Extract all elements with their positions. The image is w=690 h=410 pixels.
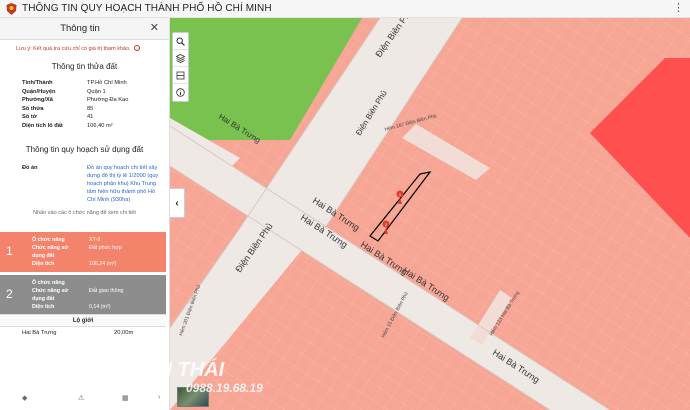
zone-key: dụng đất bbox=[32, 253, 55, 259]
map-toolbar bbox=[172, 32, 189, 102]
plan-project-line: hoạch phân khu) Khu Trung bbox=[87, 180, 157, 187]
city-emblem-icon bbox=[6, 3, 17, 15]
zone-hint: Nhấn vào các ô chức năng để xem chi tiết bbox=[33, 209, 136, 216]
thumbnail-image bbox=[178, 388, 208, 406]
info-icon[interactable] bbox=[173, 84, 188, 101]
chevron-right-icon[interactable]: › bbox=[158, 394, 160, 401]
parcel-value: 41 bbox=[87, 114, 94, 121]
zone-card-2[interactable]: 2 Ô chức năng Chức năng sử Đất giao thông… bbox=[0, 275, 166, 315]
parcel-value: Quận 1 bbox=[87, 88, 106, 95]
plan-section-title: Thông tin quy hoạch sử dụng đất bbox=[25, 144, 144, 154]
setback-row: Hai Bà Trưng 20,00m bbox=[0, 327, 166, 339]
measure-icon[interactable] bbox=[173, 67, 188, 84]
basemap-thumbnail[interactable] bbox=[177, 387, 209, 407]
parcel-key: Tỉnh/Thành bbox=[22, 80, 53, 86]
zone-key: Ô chức năng bbox=[32, 280, 65, 286]
plan-project: Đồ án Đồ án quy hoạch chi tiết xây dựng … bbox=[22, 164, 169, 204]
parcel-key: Phường/Xã bbox=[22, 97, 53, 104]
setback-street: Hai Bà Trưng bbox=[22, 330, 57, 336]
app-title: THÔNG TIN QUY HOẠCH THÀNH PHỐ HỒ CHÍ MIN… bbox=[22, 3, 272, 14]
zone-value: Đất giao thông bbox=[89, 288, 124, 294]
close-icon[interactable]: ✕ bbox=[150, 21, 159, 34]
parcel-row: Phường/Xã Phường Đa Kao bbox=[22, 96, 169, 105]
zone-row: Ô chức năng XT-9 bbox=[32, 236, 122, 244]
parcel-info: Tỉnh/Thành TP.Hồ Chí Minh Quận/Huyện Quận … bbox=[22, 79, 169, 131]
warning-icon[interactable]: ⚠ bbox=[78, 394, 84, 402]
zone-key: Diện tích bbox=[32, 261, 55, 267]
zone-key: Chức năng sử bbox=[32, 288, 69, 294]
info-panel: Thông tin ✕ Lưu ý: Kết quả tra cứu chỉ c… bbox=[0, 18, 170, 410]
map-canvas[interactable]: 1 2 Điện Biên Phủ Điện Biên Phủ Điện Biê… bbox=[170, 18, 690, 410]
zone-row: Diện tích 106,24 (m²) bbox=[32, 260, 122, 268]
zone-row: dụng đất bbox=[32, 252, 122, 260]
zone-key: Chức năng sử bbox=[32, 245, 69, 251]
parcel-value: 85 bbox=[87, 105, 94, 112]
zone-key: dụng đất bbox=[32, 296, 55, 302]
zone-row: Chức năng sử Đất giao thông bbox=[32, 287, 123, 295]
app-header: THÔNG TIN QUY HOẠCH THÀNH PHỐ HỒ CHÍ MIN… bbox=[0, 0, 690, 18]
parcel-value: TP.Hồ Chí Minh bbox=[87, 80, 127, 86]
parcel-row: Số thửa 85 bbox=[22, 105, 169, 114]
setback-title: Lộ giới bbox=[0, 314, 166, 327]
zone-number: 2 bbox=[6, 287, 13, 301]
disclaimer-text: Lưu ý: Kết quả tra cứu chỉ có giá trị th… bbox=[16, 46, 131, 52]
panel-title: Thông tin bbox=[60, 23, 100, 34]
plan-project-line: dựng đô thị tỷ lệ 1/2000 (quy bbox=[87, 172, 159, 179]
planning-map[interactable]: 1 2 Điện Biên Phủ Điện Biên Phủ Điện Biê… bbox=[170, 18, 690, 410]
plan-project-line: Đồ án quy hoạch chi tiết xây bbox=[87, 164, 158, 171]
disclaimer-note: Lưu ý: Kết quả tra cứu chỉ có giá trị th… bbox=[0, 40, 169, 52]
parcel-row: Quận/Huyện Quận 1 bbox=[22, 88, 169, 97]
zone-number: 1 bbox=[6, 244, 13, 258]
map-icon[interactable]: ▦ bbox=[122, 394, 129, 402]
parcel-key: Số thửa bbox=[22, 105, 44, 112]
plan-project-line: Chí Minh (930ha) bbox=[87, 196, 131, 203]
chevron-left-icon[interactable]: ‹ bbox=[170, 188, 185, 218]
parcel-key: Diện tích lô đất bbox=[22, 122, 63, 129]
plan-project-link[interactable]: Đồ án quy hoạch chi tiết xây dựng đô thị… bbox=[87, 164, 159, 204]
zone-row: dụng đất bbox=[32, 295, 123, 303]
parcel-row: Số tờ 41 bbox=[22, 113, 169, 122]
plan-project-label: Đồ án bbox=[22, 164, 38, 171]
zone-details: Ô chức năng Chức năng sử Đất giao thông d… bbox=[32, 279, 123, 311]
zone-row: Chức năng sử Đất phức hợp bbox=[32, 244, 122, 252]
plan-project-line: tâm hiện hữu thành phố Hồ bbox=[87, 188, 156, 195]
zone-key: Diện tích bbox=[32, 304, 55, 310]
zone-row: Ô chức năng bbox=[32, 279, 123, 287]
ellipsis-vertical-icon[interactable]: ⋮ bbox=[673, 1, 684, 14]
zone-value: Đất phức hợp bbox=[89, 245, 122, 251]
zone-key: Ô chức năng bbox=[32, 237, 65, 243]
parcel-value: Phường Đa Kao bbox=[87, 97, 129, 104]
parcel-row: Tỉnh/Thành TP.Hồ Chí Minh bbox=[22, 79, 169, 88]
panel-header: Thông tin ✕ bbox=[0, 18, 169, 40]
zone-row: Diện tích 0,14 (m²) bbox=[32, 303, 123, 311]
help-icon[interactable]: ? bbox=[134, 45, 141, 51]
city-emblem-icon[interactable]: ◆ bbox=[22, 394, 27, 402]
zone-card-1[interactable]: 1 Ô chức năng XT-9 Chức năng sử Đất phức h… bbox=[0, 232, 166, 272]
parcel-section-title: Thông tin thửa đất bbox=[51, 62, 118, 71]
parcel-value: 106,40 m² bbox=[87, 122, 113, 129]
zone-value: XT-9 bbox=[89, 237, 101, 243]
parcel-row: Diện tích lô đất 106,40 m² bbox=[22, 122, 169, 131]
parcel-key: Quận/Huyện bbox=[22, 88, 56, 95]
layers-icon[interactable] bbox=[173, 50, 188, 67]
zone-value: 106,24 (m²) bbox=[89, 261, 117, 267]
setback-width: 20,00m bbox=[114, 330, 134, 336]
zone-value: 0,14 (m²) bbox=[89, 304, 111, 310]
zone-details: Ô chức năng XT-9 Chức năng sử Đất phức hợp… bbox=[32, 236, 122, 268]
parcel-key: Số tờ bbox=[22, 114, 37, 121]
search-icon[interactable] bbox=[173, 33, 188, 50]
